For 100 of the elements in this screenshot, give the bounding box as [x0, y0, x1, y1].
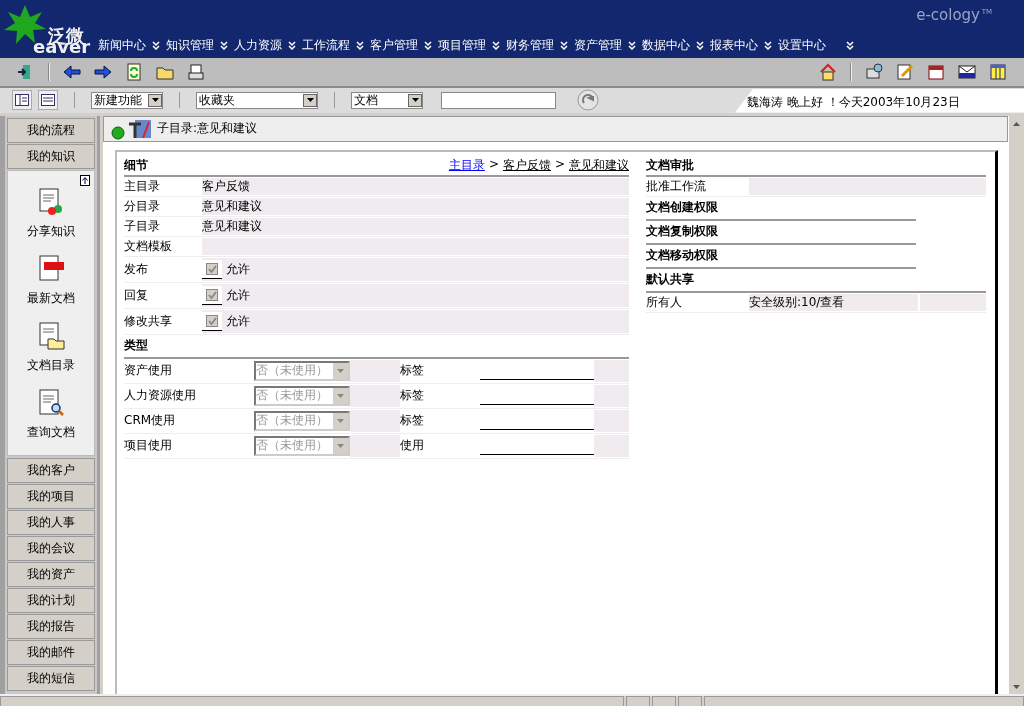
sidebar-button[interactable]: 我的计划 [7, 588, 95, 614]
dropdown-arrow-icon[interactable] [306, 98, 314, 103]
chevron-icon[interactable] [628, 40, 636, 50]
sidebar-button[interactable]: 我的报告 [7, 614, 95, 640]
breadcrumb-separator: > [554, 156, 565, 173]
sidebar-button[interactable]: 我的客户 [7, 458, 95, 484]
mail-icon[interactable] [958, 62, 976, 81]
menu-item[interactable]: 财务管理 [506, 36, 554, 54]
field-label: 文档模板 [124, 237, 173, 255]
field-value: 客户反馈 [202, 177, 629, 195]
chevron-icon[interactable] [764, 40, 772, 50]
chevron-icon[interactable] [424, 40, 432, 50]
breadcrumb-separator: > [488, 156, 499, 173]
refresh-icon[interactable] [125, 62, 143, 81]
menu-item[interactable]: 设置中心 [778, 36, 826, 54]
columns-icon[interactable] [989, 62, 1007, 81]
breadcrumb-link[interactable]: 客户反馈 [502, 156, 551, 174]
sidebar-button[interactable]: 我的知识 [7, 143, 95, 169]
forward-icon[interactable] [94, 62, 112, 81]
field-label: 子目录 [124, 217, 161, 235]
field-label: 发布 [124, 260, 149, 278]
field-label: 标签 [400, 412, 425, 429]
status-bar-panel [626, 696, 650, 706]
brand-logo: e-cology [916, 6, 980, 24]
section-heading: 文档审批 [646, 156, 694, 174]
field-label: 主目录 [124, 177, 161, 195]
greeting-text: 魏海涛 晚上好 ！今天2003年10月23日 [747, 93, 960, 111]
sidebar-link[interactable]: 分享知识 [27, 222, 75, 240]
sidebar-button[interactable]: 我的会议 [7, 536, 95, 562]
search-field[interactable] [441, 91, 556, 109]
chevron-icon[interactable] [492, 40, 500, 50]
menu-item[interactable]: 项目管理 [438, 36, 486, 54]
dropdown-arrow-icon[interactable] [151, 98, 159, 103]
sidebar-link[interactable]: 最新文档 [27, 289, 75, 307]
field-label: 批准工作流 [646, 177, 707, 195]
list-view-button[interactable] [38, 90, 58, 111]
field-label: 人力资源使用 [124, 387, 197, 404]
field-label: 回复 [124, 286, 149, 304]
favorites-select[interactable]: 收藏夹 [196, 91, 318, 109]
field-label: 所有人 [646, 293, 683, 311]
option-label: 允许 [226, 260, 250, 278]
field-label: 使用 [400, 437, 425, 454]
calendar-icon[interactable] [927, 62, 945, 81]
sidebar-button[interactable]: 我的短信 [7, 666, 95, 692]
section-heading: 文档复制权限 [646, 220, 916, 245]
section-heading: 默认共享 [646, 271, 694, 288]
document-icon[interactable] [36, 387, 66, 418]
chevron-icon[interactable] [696, 40, 704, 50]
field-label: 资产使用 [124, 362, 173, 379]
page-title: 子目录:意见和建议 [157, 120, 258, 137]
chevron-icon[interactable] [152, 40, 160, 50]
section-heading: 文档移动权限 [646, 244, 916, 269]
tools-icon [109, 117, 153, 140]
go-icon[interactable] [577, 89, 599, 112]
document-icon[interactable] [36, 253, 66, 284]
print-icon[interactable] [187, 62, 205, 81]
computer-icon[interactable] [865, 62, 883, 81]
sidebar-button[interactable]: 我的资产 [7, 562, 95, 588]
sidebar-link[interactable]: 查询文档 [27, 423, 75, 441]
dropdown-arrow-icon[interactable] [411, 98, 419, 103]
chevron-icon[interactable] [846, 40, 854, 50]
sidebar-link[interactable]: 文档目录 [27, 356, 75, 374]
field-value: 安全级别:10/查看 [749, 293, 918, 311]
field-label: 标签 [400, 362, 425, 379]
chevron-icon[interactable] [560, 40, 568, 50]
sidebar-button[interactable]: 我的项目 [7, 484, 95, 510]
field-label: 修改共享 [124, 312, 173, 330]
menu-item[interactable]: 报表中心 [710, 36, 758, 54]
field-label: 分目录 [124, 197, 161, 215]
section-heading: 类型 [124, 337, 148, 354]
menu-item[interactable]: 资产管理 [574, 36, 622, 54]
menu-item[interactable]: 数据中心 [642, 36, 690, 54]
back-icon[interactable] [63, 62, 81, 81]
status-bar-panel [678, 696, 702, 706]
menu-item[interactable]: 客户管理 [370, 36, 418, 54]
sidebar-button[interactable]: 我的流程 [7, 117, 95, 143]
menu-item[interactable]: 人力资源 [234, 36, 282, 54]
home-icon[interactable] [819, 62, 837, 81]
option-label: 允许 [226, 286, 250, 304]
new-function-select[interactable]: 新建功能 [91, 91, 163, 109]
chevron-icon[interactable] [220, 40, 228, 50]
tree-view-button[interactable] [12, 90, 32, 111]
field-value: 意见和建议 [202, 197, 629, 215]
chevron-icon[interactable] [356, 40, 364, 50]
section-heading: 文档创建权限 [646, 196, 916, 221]
breadcrumb-link[interactable]: 主目录 [448, 156, 485, 174]
breadcrumb-link[interactable]: 意见和建议 [569, 156, 629, 174]
field-label: 标签 [400, 387, 425, 404]
menu-item[interactable]: 工作流程 [302, 36, 350, 54]
section-heading: 细节 [124, 156, 148, 174]
status-bar-panel [652, 696, 676, 706]
menu-item[interactable]: 新闻中心 [98, 36, 146, 54]
sidebar-button[interactable]: 我的人事 [7, 510, 95, 536]
field-value: 意见和建议 [202, 217, 629, 235]
collapse-icon[interactable] [80, 174, 90, 186]
menu-item[interactable]: 知识管理 [166, 36, 214, 54]
edit-icon[interactable] [896, 62, 914, 81]
search-type-select[interactable]: 文档 [351, 91, 423, 109]
sidebar-button[interactable]: 我的邮件 [7, 640, 95, 666]
chevron-icon[interactable] [288, 40, 296, 50]
